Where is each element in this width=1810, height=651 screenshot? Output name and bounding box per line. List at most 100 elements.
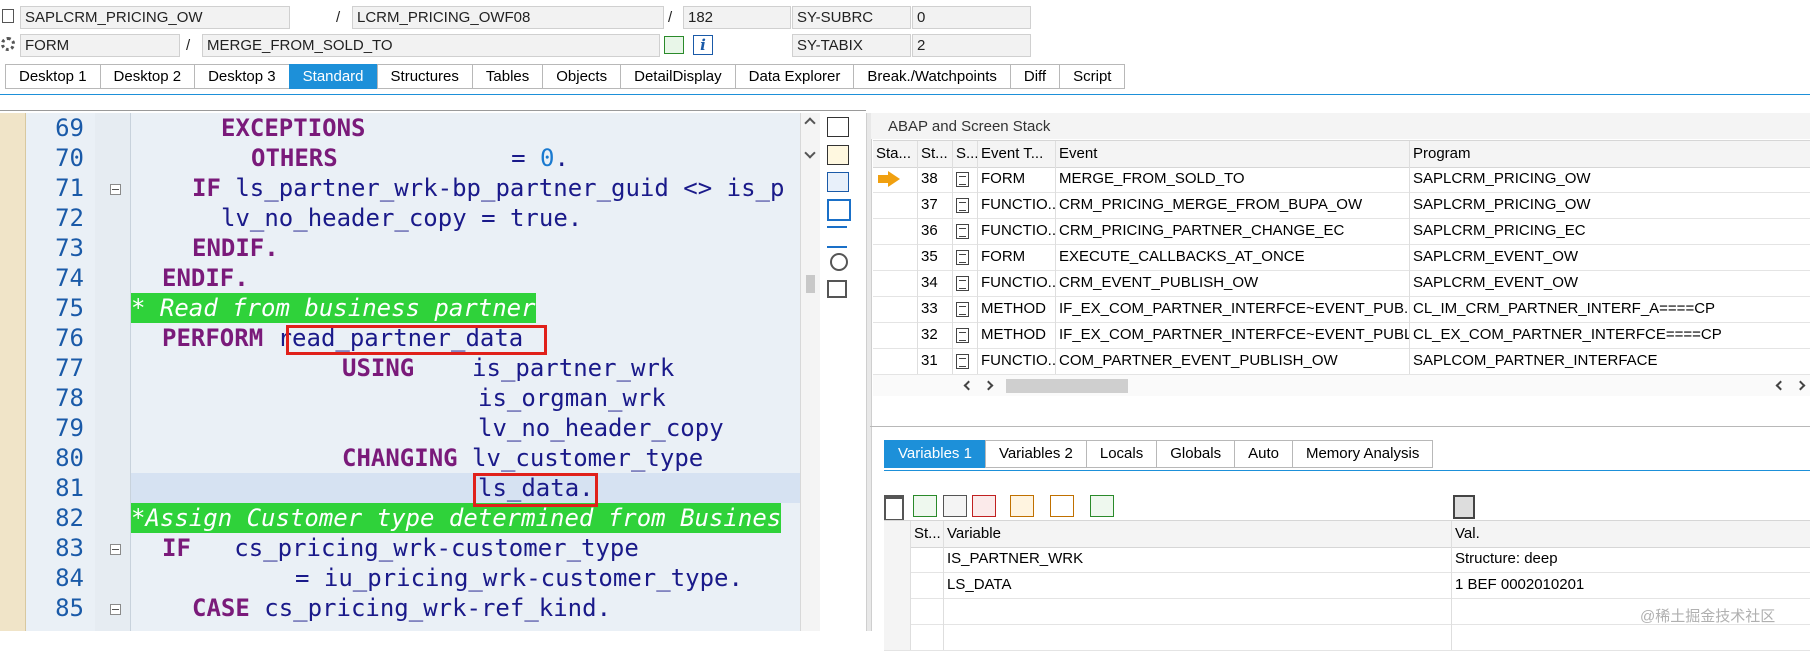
program-field[interactable]: SAPLCRM_PRICING_OW — [20, 6, 290, 29]
variable-row[interactable]: LS_DATA 1 BEF 0002010201 — [884, 572, 1810, 599]
variable-row[interactable]: IS_PARTNER_WRK Structure: deep — [884, 546, 1810, 573]
stack-cell-source — [953, 296, 978, 322]
source-document-icon — [956, 275, 969, 291]
tab-variables-1[interactable]: Variables 1 — [884, 440, 985, 468]
scroll-left-icon[interactable] — [963, 380, 974, 391]
tab-variables-2[interactable]: Variables 2 — [984, 440, 1086, 468]
tab-data-explorer[interactable]: Data Explorer — [734, 64, 854, 89]
info-icon[interactable]: i — [693, 35, 713, 55]
tab-standard[interactable]: Standard — [288, 64, 377, 89]
tab-globals[interactable]: Globals — [1156, 440, 1235, 468]
scroll-right-icon[interactable] — [983, 380, 994, 391]
scroll-left-end-icon[interactable] — [1775, 380, 1786, 391]
line-number: 75 — [55, 294, 84, 322]
scroll-thumb[interactable] — [1006, 379, 1128, 393]
remove-row-icon[interactable] — [972, 495, 996, 517]
delete-icon[interactable] — [884, 495, 904, 521]
tab-desktop-3[interactable]: Desktop 3 — [194, 64, 289, 89]
include-field[interactable]: LCRM_PRICING_OWF08 — [352, 6, 664, 29]
pane-splitter[interactable] — [866, 113, 872, 631]
stack-cell-status — [873, 322, 918, 348]
variable-value-cell[interactable]: 1 BEF 0002010201 — [1452, 572, 1810, 598]
tab-structures[interactable]: Structures — [376, 64, 472, 89]
tab-detaildisplay[interactable]: DetailDisplay — [620, 64, 735, 89]
tab-tables[interactable]: Tables — [471, 64, 543, 89]
variable-row[interactable] — [884, 624, 1810, 651]
stack-cell-event: CRM_PRICING_PARTNER_CHANGE_EC — [1056, 218, 1410, 244]
scroll-down-icon[interactable] — [804, 147, 816, 159]
variable-name-cell[interactable]: IS_PARTNER_WRK — [944, 546, 1452, 572]
users-icon[interactable] — [830, 253, 848, 271]
stack-row[interactable]: 38 FORM MERGE_FROM_SOLD_TO SAPLCRM_PRICING_… — [873, 166, 1810, 193]
stack-row[interactable]: 33 METHOD IF_EX_COM_PARTNER_INTERFCE~EVENT… — [873, 296, 1810, 323]
scroll-thumb[interactable] — [806, 275, 815, 293]
stack-row[interactable]: 34 FUNCTIO... CRM_EVENT_PUBLISH_OW SAPLCRM_… — [873, 270, 1810, 297]
table-edit-icon[interactable] — [943, 495, 967, 517]
scroll-up-icon[interactable] — [804, 117, 816, 129]
fold-toggle-icon[interactable] — [110, 544, 121, 555]
code-comment: *Assign Customer type determined from Bu… — [131, 503, 782, 533]
empty-cell[interactable] — [944, 598, 1452, 624]
variable-name-cell[interactable]: LS_DATA — [944, 572, 1452, 598]
tab-script[interactable]: Script — [1059, 64, 1126, 89]
tab-locals[interactable]: Locals — [1085, 440, 1157, 468]
resize-icon[interactable] — [827, 226, 847, 248]
column-header[interactable]: Val. — [1452, 521, 1810, 547]
current-position-arrow-icon — [878, 171, 900, 188]
column-header[interactable]: Event T... — [978, 141, 1056, 167]
tab-diff[interactable]: Diff — [1009, 64, 1060, 89]
tab-memory-analysis[interactable]: Memory Analysis — [1291, 440, 1434, 468]
stack-cell-source — [953, 192, 978, 218]
tab-desktop-1[interactable]: Desktop 1 — [5, 64, 100, 89]
swap-icon[interactable] — [827, 172, 849, 192]
column-header[interactable]: S... — [953, 141, 978, 167]
code-line: 79 lv_no_header_copy — [0, 413, 800, 443]
column-header[interactable]: St... — [918, 141, 953, 167]
empty-cell[interactable] — [1452, 624, 1810, 650]
stack-row[interactable]: 32 METHOD IF_EX_COM_PARTNER_INTERFCE~EVENT… — [873, 322, 1810, 349]
transfer-icon[interactable] — [664, 36, 684, 54]
tab-auto[interactable]: Auto — [1234, 440, 1292, 468]
maximize-icon[interactable] — [827, 199, 851, 221]
editor-scrollbar[interactable] — [800, 113, 821, 631]
tab-desktop-2[interactable]: Desktop 2 — [99, 64, 195, 89]
code-line: 83 IF cs_pricing_wrk-customer_type — [0, 533, 800, 563]
stack-cell-etype: FUNCTIO... — [978, 218, 1056, 244]
export-icon[interactable] — [1090, 495, 1114, 517]
stack-cell-program: CL_IM_CRM_PARTNER_INTERF_A====CP — [1413, 300, 1716, 317]
scroll-right-end-icon[interactable] — [1795, 380, 1806, 391]
tab-breakpoints[interactable]: Break./Watchpoints — [853, 64, 1010, 89]
empty-cell[interactable] — [944, 624, 1452, 650]
close-panel-icon[interactable] — [827, 117, 849, 137]
stack-cell-etype: METHOD — [978, 296, 1056, 322]
fold-toggle-icon[interactable] — [110, 184, 121, 195]
sort-icon[interactable] — [1010, 495, 1034, 517]
table-view-icon[interactable] — [913, 495, 937, 517]
column-header[interactable]: Variable — [944, 521, 1452, 547]
code-text: IF ls_partner_wrk-bp_partner_guid <> is_… — [192, 173, 784, 203]
stack-row[interactable]: 31 FUNCTIO... COM_PARTNER_EVENT_PUBLISH_OW… — [873, 348, 1810, 375]
transfer-icon[interactable] — [1050, 495, 1074, 517]
column-header[interactable]: St... — [911, 521, 944, 547]
source-document-icon — [956, 327, 969, 343]
tab-objects[interactable]: Objects — [542, 64, 621, 89]
column-header[interactable]: Sta... — [873, 141, 918, 167]
line-field[interactable]: 182 — [683, 6, 791, 29]
event-type-field[interactable]: FORM — [20, 34, 180, 57]
stack-hscroll[interactable] — [873, 374, 1810, 396]
tools-icon[interactable] — [827, 280, 847, 298]
column-header[interactable]: Program — [1410, 141, 1810, 167]
stack-cell-event: EXECUTE_CALLBACKS_AT_ONCE — [1056, 244, 1410, 270]
stack-row[interactable]: 36 FUNCTIO... CRM_PRICING_PARTNER_CHANGE_E… — [873, 218, 1810, 245]
code-editor[interactable]: 69 EXCEPTIONS 70 OTHERS = 0. 71 IF ls_pa… — [0, 113, 800, 631]
event-name-field[interactable]: MERGE_FROM_SOLD_TO — [202, 34, 660, 57]
column-header[interactable]: Event — [1056, 141, 1410, 167]
save-icon[interactable] — [1453, 495, 1475, 519]
fold-toggle-icon[interactable] — [110, 604, 121, 615]
code-line: 73 ENDIF. — [0, 233, 800, 263]
new-window-icon[interactable] — [827, 145, 849, 165]
stack-cell-etype: FUNCTIO... — [978, 270, 1056, 296]
stack-row[interactable]: 35 FORM EXECUTE_CALLBACKS_AT_ONCE SAPLCRM_E… — [873, 244, 1810, 271]
variable-value-cell[interactable]: Structure: deep — [1452, 546, 1810, 572]
stack-row[interactable]: 37 FUNCTIO... CRM_PRICING_MERGE_FROM_BUPA_… — [873, 192, 1810, 219]
